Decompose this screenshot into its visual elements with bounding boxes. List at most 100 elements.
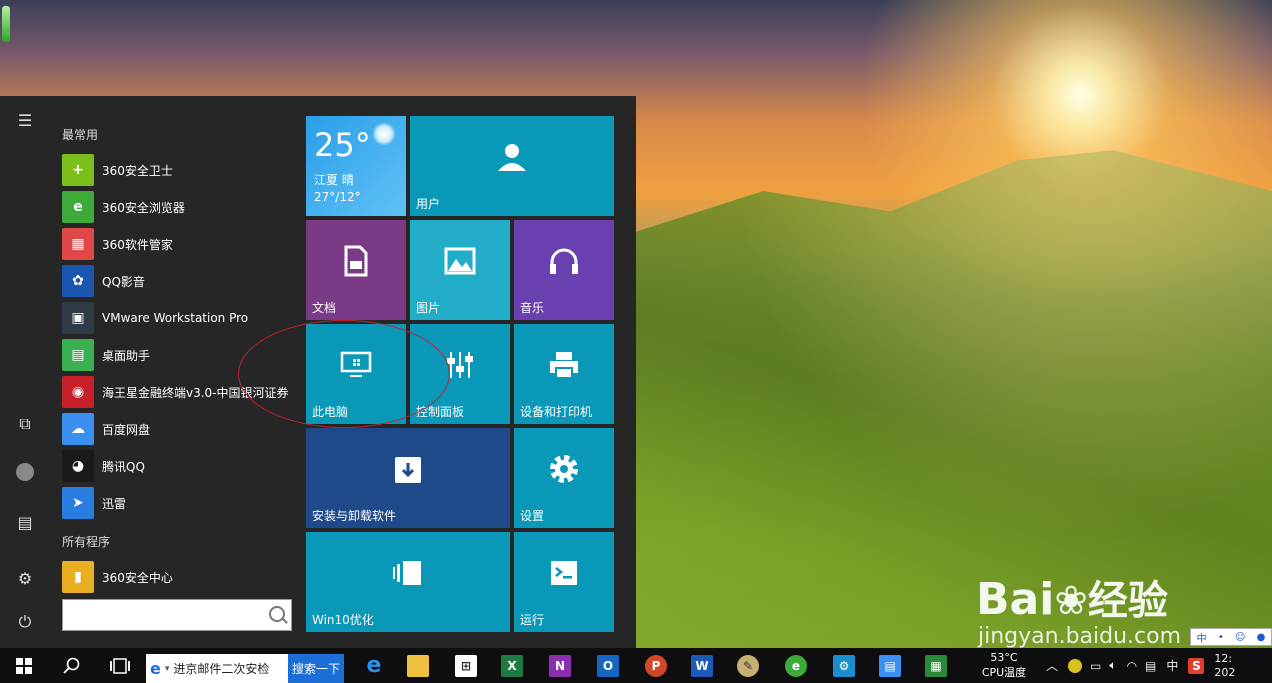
ie-dropdown-icon[interactable]: ▾ — [165, 664, 170, 674]
power-icon[interactable]: ⏻ — [13, 610, 37, 634]
all-programs-heading[interactable]: 所有程序 — [62, 533, 110, 550]
music-tile[interactable]: 音乐 — [514, 220, 614, 320]
sun-icon — [372, 122, 396, 146]
ie-search-button[interactable]: 搜索一下 — [288, 654, 344, 683]
music-tile-label: 音乐 — [520, 301, 545, 315]
search-icon[interactable] — [269, 606, 285, 622]
app-list-item[interactable]: ▦ 360软件管家 — [62, 227, 302, 261]
tablet-icon[interactable]: ▭ — [1090, 659, 1101, 673]
taskbar-360-browser[interactable]: e — [782, 648, 810, 683]
taskbar-word[interactable]: W — [688, 648, 716, 683]
weather-temp: 25° — [314, 126, 371, 164]
taskbar-onenote[interactable]: N — [546, 648, 574, 683]
taskbar-edge[interactable]: e — [360, 648, 388, 683]
app-list-item[interactable]: +360安全卫士 — [62, 153, 302, 187]
run-tile[interactable]: 运行 — [514, 532, 614, 632]
app-list-item-label: 360安全浏览器 — [102, 200, 185, 215]
this-pc-tile[interactable]: 此电脑 — [306, 324, 406, 424]
win10-optimize-tile-label: Win10优化 — [312, 613, 374, 627]
xunlei-icon: ➤ — [62, 487, 94, 519]
app-list-item[interactable]: ▣ VMware Workstation Pro — [62, 301, 302, 335]
documents-tile[interactable]: 文档 — [306, 220, 406, 320]
volume-icon[interactable]: 🔈︎ — [1109, 658, 1116, 673]
app-list-item[interactable]: ◕ 腾讯QQ — [62, 449, 302, 483]
task-view-button[interactable] — [106, 648, 134, 683]
taskbar-chart-app[interactable]: ▦ — [922, 648, 950, 683]
taskbar-search-button[interactable] — [58, 648, 86, 683]
app-list-item[interactable]: ✿ QQ影音 — [62, 264, 302, 298]
chevron-up-icon[interactable]: ︿ — [1046, 657, 1058, 674]
control-panel-tile[interactable]: 控制面板 — [410, 324, 510, 424]
clock[interactable]: 12: 202 — [1214, 652, 1235, 680]
devices-printers-tile[interactable]: 设备和打印机 — [514, 324, 614, 424]
pictures-tile[interactable]: 图片 — [410, 220, 510, 320]
chart-app-icon: ▦ — [925, 654, 947, 677]
ime-floating-toolbar[interactable]: 中 • ☺ ● — [1190, 628, 1272, 646]
taskbar-control-panel[interactable]: ▤ — [876, 648, 904, 683]
taskbar-excel[interactable]: X — [498, 648, 526, 683]
devices-printers-tile-label: 设备和打印机 — [520, 405, 593, 419]
excel-icon: X — [501, 654, 523, 677]
start-button[interactable] — [10, 648, 38, 683]
win10-optimize-tile[interactable]: Win10优化 — [306, 532, 510, 632]
notification-icon[interactable]: ▤ — [1145, 659, 1156, 673]
outlook-icon: O — [597, 654, 619, 677]
cpu-temperature: 53°C CPU温度 — [976, 650, 1032, 683]
settings-tile[interactable]: 设置 — [514, 428, 614, 528]
paw-icon: ❀ — [1054, 578, 1088, 624]
printer-icon — [514, 324, 614, 406]
system-tray: ︿ ▭ 🔈︎ ◠ ▤ 中 S 12: 202 — [1046, 648, 1235, 683]
ie-search-input[interactable]: e ▾ 进京邮件二次安检 — [146, 654, 288, 683]
app-list-item[interactable]: ◉ 海王星金融终端v3.0-中国银河证券 — [62, 375, 302, 409]
360-browser-icon: e — [785, 654, 807, 677]
ie-search-text: 进京邮件二次安检 — [173, 662, 270, 676]
user-tile[interactable]: 用户 — [410, 116, 614, 216]
taskbar-paint[interactable]: ✎ — [734, 648, 762, 683]
user-account-icon[interactable] — [13, 460, 37, 484]
wifi-icon[interactable]: ◠ — [1127, 659, 1137, 673]
install-uninstall-tile-label: 安装与卸载软件 — [312, 509, 397, 523]
hamburger-menu-icon[interactable]: ☰ — [13, 108, 37, 132]
settings-gear-icon[interactable]: ⚙ — [13, 566, 37, 590]
weather-tile[interactable]: 25° 江夏 晴 27°/12° — [306, 116, 406, 216]
tencent-qq-icon: ◕ — [62, 450, 94, 482]
taskbar-outlook[interactable]: O — [594, 648, 622, 683]
neptune-finance-icon: ◉ — [62, 376, 94, 408]
vmware-icon: ▣ — [62, 302, 94, 334]
app-list: 最常用 +360安全卫士 e 360安全浏览器 ▦ 360软件管家 ✿ QQ影音 ▣ VMwar… — [50, 96, 300, 648]
install-box-icon — [306, 428, 510, 510]
person-icon — [410, 116, 614, 198]
windows-logo-icon — [16, 657, 32, 674]
taskbar: e ▾ 进京邮件二次安检 搜索一下 e ⊞ X N O P W ✎ e ⚙ ▤ … — [0, 648, 1272, 683]
ime-indicator[interactable]: 中 — [1166, 657, 1178, 674]
start-left-rail: ☰ ⧉ ▤ ⚙ ⏻ — [0, 96, 50, 648]
powerpoint-icon: P — [645, 654, 667, 677]
taskbar-settings[interactable]: ⚙ — [830, 648, 858, 683]
baidu-watermark: Bai❀经验 — [976, 568, 1168, 626]
ime-punct-icon[interactable]: • — [1218, 632, 1224, 643]
360-tray-icon[interactable] — [1068, 658, 1083, 673]
app-list-item[interactable]: ☁ 百度网盘 — [62, 412, 302, 446]
control-panel-icon: ▤ — [879, 654, 901, 677]
app-list-item[interactable]: ▤ 桌面助手 — [62, 338, 302, 372]
taskbar-store[interactable]: ⊞ — [452, 648, 480, 683]
360-browser-icon: e — [62, 191, 94, 223]
taskbar-powerpoint[interactable]: P — [642, 648, 670, 683]
weather-city: 江夏 晴 — [314, 173, 354, 187]
sogou-ime-icon[interactable]: S — [1188, 657, 1205, 674]
headphones-icon — [514, 220, 614, 302]
ime-emoji-icon[interactable]: ☺ — [1235, 632, 1245, 643]
settings-tile-label: 设置 — [520, 509, 545, 523]
install-uninstall-tile[interactable]: 安装与卸载软件 — [306, 428, 510, 528]
file-explorer-rail-icon[interactable]: ▤ — [13, 510, 37, 534]
picture-icon — [410, 220, 510, 302]
app-list-item[interactable]: ▮ 360安全中心 — [62, 560, 302, 594]
ime-chinese-icon[interactable]: 中 — [1197, 630, 1207, 645]
app-list-item[interactable]: ➤ 迅雷 — [62, 486, 302, 520]
start-search-input[interactable] — [62, 599, 292, 631]
taskbar-file-explorer[interactable] — [404, 648, 432, 683]
ime-mic-icon[interactable]: ● — [1257, 632, 1266, 643]
app-list-item-label: 腾讯QQ — [102, 459, 145, 474]
task-view-rail-icon[interactable]: ⧉ — [13, 412, 37, 436]
app-list-item[interactable]: e 360安全浏览器 — [62, 190, 302, 224]
